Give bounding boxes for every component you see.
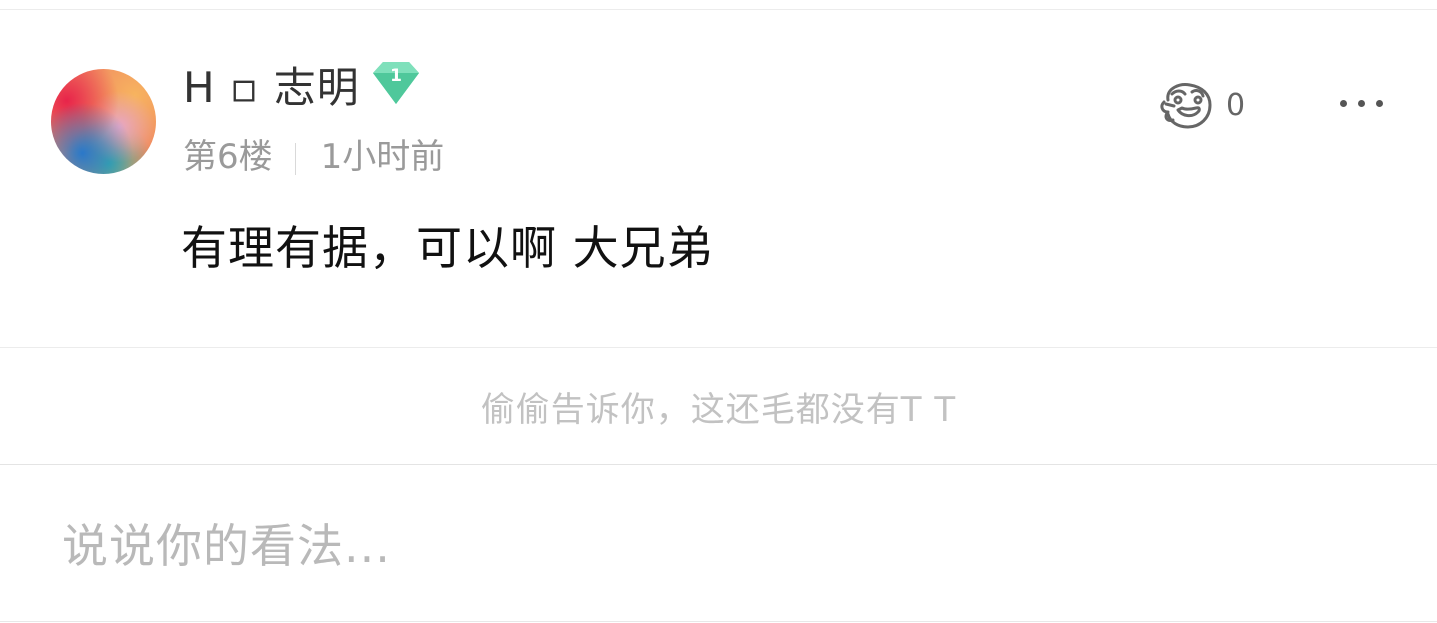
username[interactable]: H ▫ 志明 — [183, 62, 360, 114]
divider-top — [0, 9, 1437, 10]
like-button[interactable] — [1158, 80, 1216, 132]
empty-replies-text: 偷偷告诉你，这还毛都没有T T — [480, 390, 957, 430]
dot — [1340, 100, 1347, 107]
applause-face-icon — [1160, 83, 1212, 129]
comment-page: H ▫ 志明 1 第6楼 1小时前 0 有理有据，可以啊 大兄弟 偷偷告诉你，这… — [0, 0, 1437, 623]
divider-replies-bottom — [0, 464, 1437, 465]
level-badge: 1 — [371, 60, 421, 106]
comment-meta: 第6楼 1小时前 — [183, 136, 444, 178]
level-number: 1 — [390, 66, 402, 86]
dot — [1376, 100, 1383, 107]
dot — [1358, 100, 1365, 107]
comment-text: 有理有据，可以啊 大兄弟 — [181, 221, 714, 275]
divider-bottom — [0, 621, 1437, 622]
timestamp: 1小时前 — [320, 137, 445, 177]
floor-label: 第6楼 — [183, 137, 273, 177]
like-count: 0 — [1226, 88, 1246, 123]
more-dots-icon[interactable] — [1336, 86, 1388, 120]
avatar[interactable] — [51, 69, 156, 174]
comment-input[interactable]: 说说你的看法... — [62, 514, 391, 578]
meta-separator — [294, 142, 296, 175]
divider-replies-top — [0, 347, 1437, 348]
